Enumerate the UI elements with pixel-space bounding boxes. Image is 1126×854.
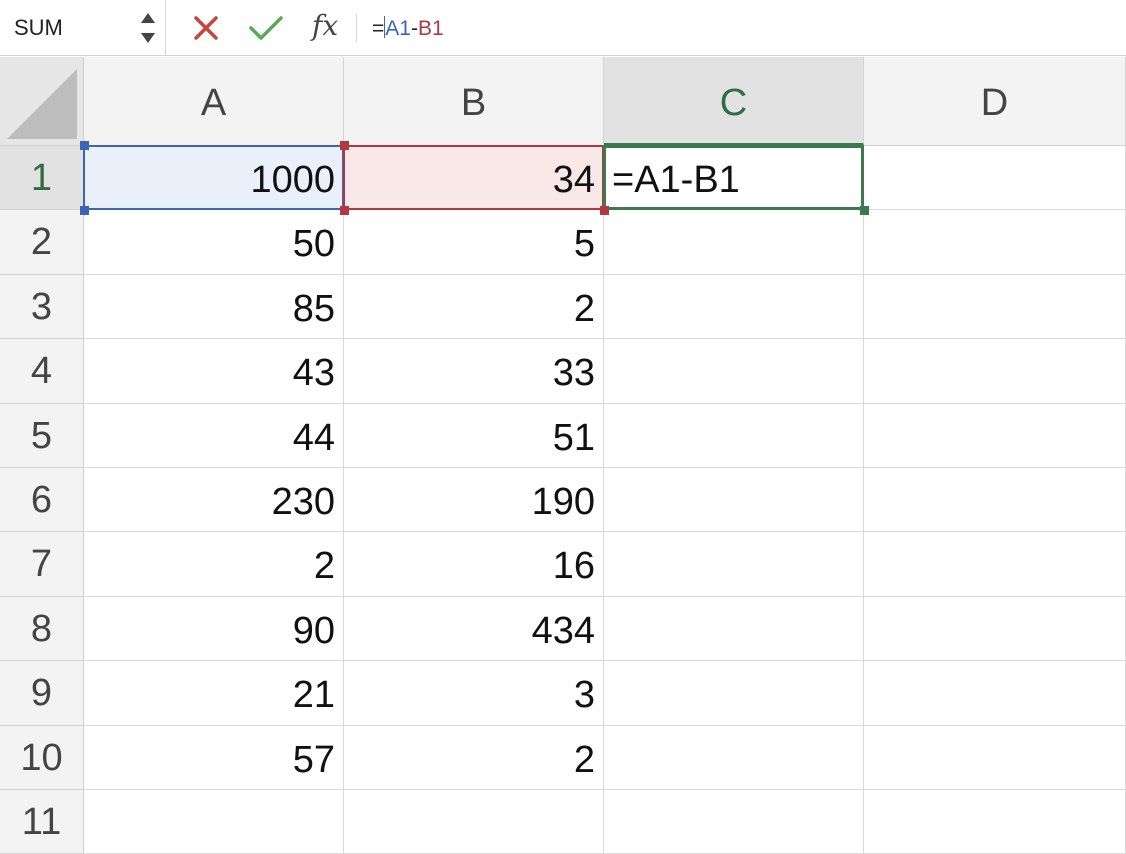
cell-b7[interactable]: 16: [344, 532, 604, 597]
cell-b11[interactable]: [344, 790, 604, 854]
name-box-stepper-icon[interactable]: [138, 8, 158, 48]
cell-a1[interactable]: 1000: [84, 146, 344, 211]
cell-d3[interactable]: [864, 274, 1126, 340]
cell-b10[interactable]: 2: [344, 725, 604, 790]
cell-a11[interactable]: [84, 790, 344, 854]
cell-c11[interactable]: [604, 790, 864, 854]
cell-c10[interactable]: [604, 725, 864, 790]
cell-d9[interactable]: [864, 661, 1126, 726]
cell-d6[interactable]: [864, 468, 1126, 533]
cell-d7[interactable]: [864, 532, 1126, 597]
cell-a10[interactable]: 57: [84, 725, 344, 790]
cell-c7[interactable]: [604, 532, 864, 597]
row-header-6[interactable]: 6: [0, 468, 84, 533]
cell-c5[interactable]: [604, 403, 864, 468]
cell-b6[interactable]: 190: [344, 468, 604, 533]
select-all-icon: [7, 69, 77, 139]
cell-b4[interactable]: 33: [344, 339, 604, 404]
cell-a2[interactable]: 50: [84, 210, 344, 275]
cell-a5[interactable]: 44: [84, 403, 344, 468]
cell-b3[interactable]: 2: [344, 274, 604, 340]
formula-ref-b: B1: [417, 17, 444, 40]
cell-b9[interactable]: 3: [344, 661, 604, 726]
row-header-3[interactable]: 3: [0, 274, 84, 340]
cell-b8[interactable]: 434: [344, 596, 604, 662]
row-header-7[interactable]: 7: [0, 532, 84, 597]
formula-bar: SUM fx =A1-B1: [0, 0, 1126, 56]
row-header-1[interactable]: 1: [0, 146, 84, 211]
cancel-button[interactable]: [188, 10, 224, 46]
ref-a1-handle-tl[interactable]: [80, 141, 89, 150]
ref-b1-handle-bl[interactable]: [340, 206, 349, 216]
cell-c4[interactable]: [604, 339, 864, 404]
formula-input[interactable]: =A1-B1: [372, 16, 444, 41]
ref-a1-handle-bl[interactable]: [80, 206, 89, 216]
cell-a8[interactable]: 90: [84, 596, 344, 662]
row-header-9[interactable]: 9: [0, 661, 84, 726]
insert-function-button[interactable]: fx: [312, 9, 338, 42]
row-header-10[interactable]: 10: [0, 725, 84, 790]
column-header-a[interactable]: A: [84, 57, 344, 146]
cell-c1[interactable]: =A1-B1: [604, 146, 864, 211]
cell-b5[interactable]: 51: [344, 403, 604, 468]
confirm-button[interactable]: [246, 10, 283, 46]
cell-c6[interactable]: [604, 468, 864, 533]
cell-c9[interactable]: [604, 661, 864, 726]
name-box-value: SUM: [14, 15, 63, 40]
cell-a7[interactable]: 2: [84, 532, 344, 597]
formula-prefix: =: [372, 17, 385, 40]
cell-a4[interactable]: 43: [84, 339, 344, 404]
cell-a6[interactable]: 230: [84, 468, 344, 533]
cell-d4[interactable]: [864, 339, 1126, 404]
ref-b1-handle-br[interactable]: [600, 206, 609, 216]
check-icon: [249, 16, 283, 40]
column-header-c[interactable]: C: [604, 57, 864, 146]
row-header-11[interactable]: 11: [0, 790, 84, 854]
cell-a3[interactable]: 85: [84, 274, 344, 340]
cell-d10[interactable]: [864, 725, 1126, 790]
cell-d11[interactable]: [864, 790, 1126, 854]
formula-bar-divider: [356, 14, 357, 42]
cell-d2[interactable]: [864, 210, 1126, 275]
cell-c3[interactable]: [604, 274, 864, 340]
cell-b1[interactable]: 34: [344, 146, 604, 211]
name-box[interactable]: SUM: [0, 0, 166, 56]
cell-d8[interactable]: [864, 596, 1126, 662]
row-header-4[interactable]: 4: [0, 339, 84, 404]
select-all-corner[interactable]: [0, 57, 84, 146]
row-header-8[interactable]: 8: [0, 596, 84, 662]
column-header-d[interactable]: D: [864, 57, 1126, 146]
cell-d1[interactable]: [864, 146, 1126, 211]
formula-ref-a: A1: [385, 17, 411, 40]
x-icon: [194, 16, 218, 40]
cell-c8[interactable]: [604, 596, 864, 662]
ref-b1-handle-tl[interactable]: [340, 141, 349, 150]
formula-minus: -: [410, 17, 418, 40]
row-header-5[interactable]: 5: [0, 403, 84, 468]
cell-a9[interactable]: 21: [84, 661, 344, 726]
cell-c2[interactable]: [604, 210, 864, 275]
spreadsheet-grid: A B C D 1 1000 34 =A1-B1 2 50 5 3 85 2 4 43 33 5 44 51 6 230 1…: [0, 57, 1126, 854]
cell-d5[interactable]: [864, 403, 1126, 468]
row-header-2[interactable]: 2: [0, 210, 84, 275]
column-header-b[interactable]: B: [344, 57, 604, 146]
cell-b2[interactable]: 5: [344, 210, 604, 275]
active-cell-fill-handle[interactable]: [860, 206, 869, 216]
